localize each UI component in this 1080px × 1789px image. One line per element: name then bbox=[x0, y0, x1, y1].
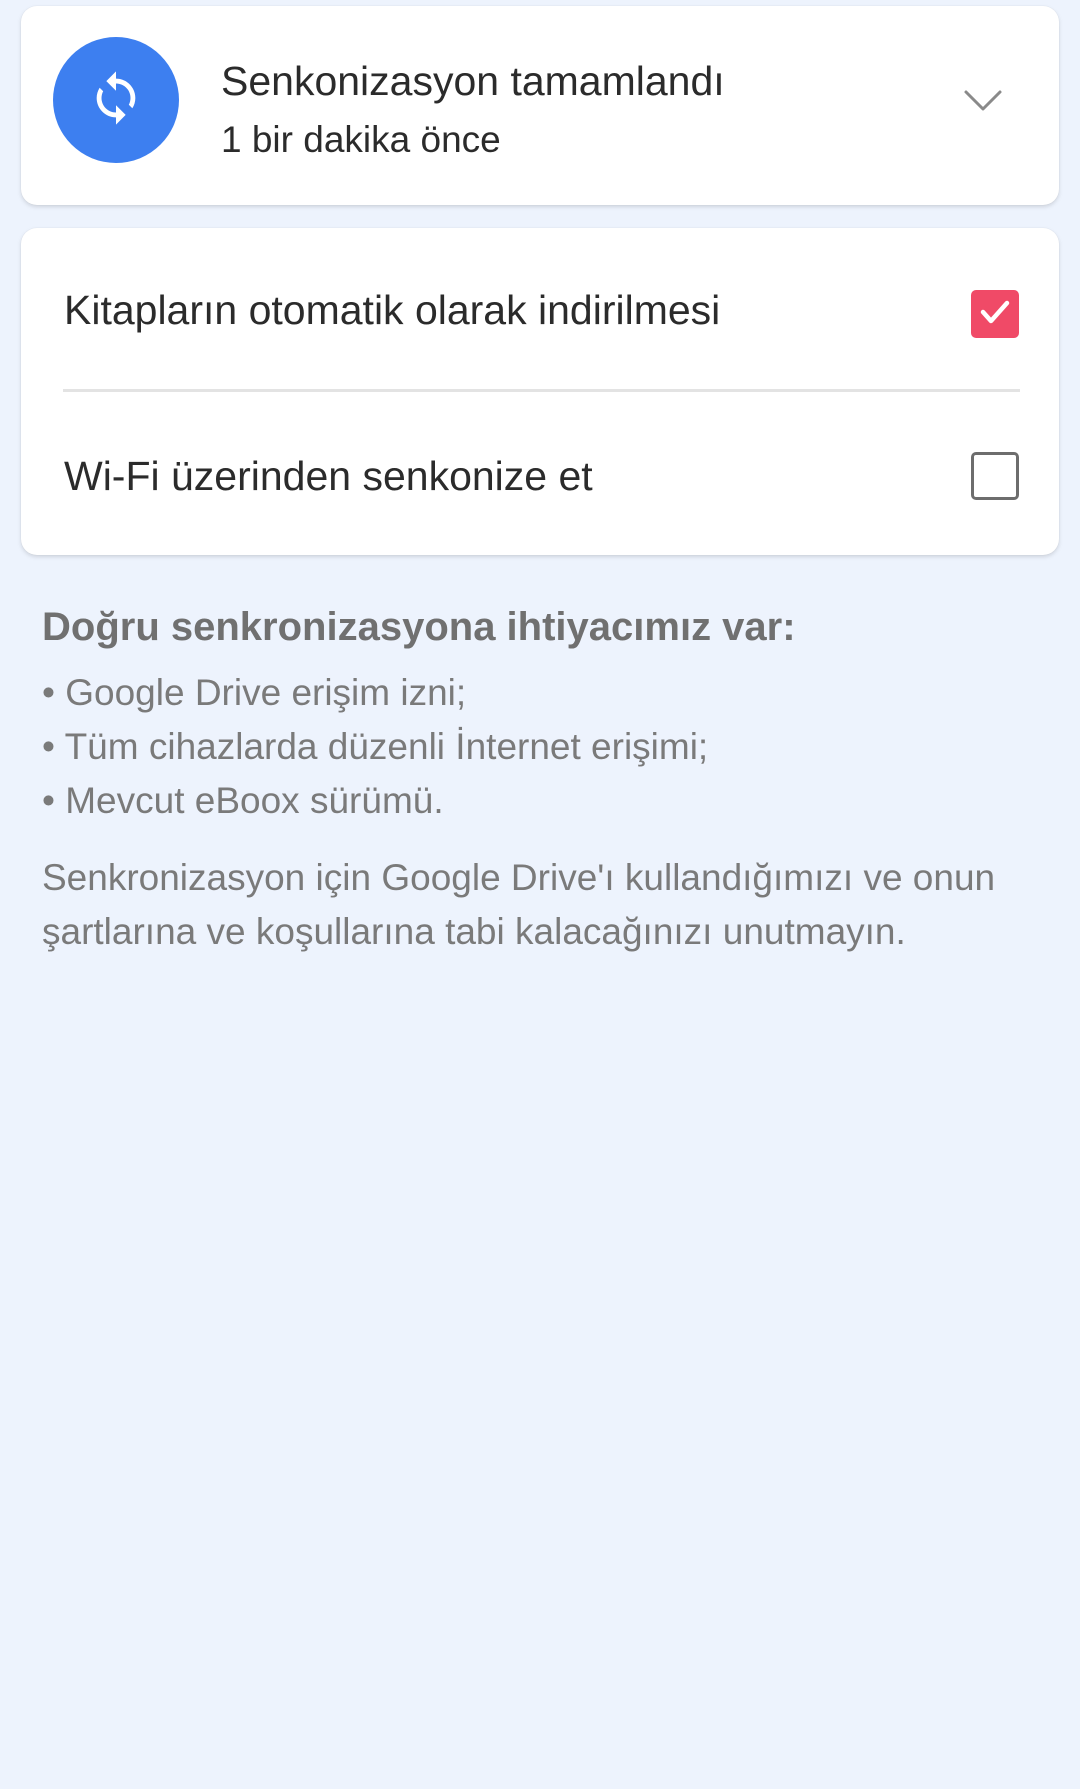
requirement-item: • Google Drive erişim izni; bbox=[42, 672, 467, 713]
chevron-down-icon[interactable] bbox=[961, 86, 1005, 116]
google-drive-note: Senkronizasyon için Google Drive'ı kulla… bbox=[42, 857, 996, 952]
sync-settings-card: Kitapların otomatik olarak indirilmesi W… bbox=[21, 228, 1059, 555]
sync-status-card[interactable]: Senkonizasyon tamamlandı 1 bir dakika ön… bbox=[21, 6, 1059, 205]
sync-status-time: 1 bir dakika önce bbox=[221, 119, 501, 160]
wifi-sync-checkbox[interactable] bbox=[971, 452, 1019, 500]
sync-requirements-title: Doğru senkronizasyona ihtiyacımız var: bbox=[42, 605, 796, 649]
wifi-sync-label: Wi-Fi üzerinden senkonize et bbox=[64, 453, 593, 499]
settings-divider bbox=[63, 389, 1020, 392]
sync-status-title: Senkonizasyon tamamlandı bbox=[221, 58, 725, 104]
wifi-sync-row[interactable]: Wi-Fi üzerinden senkonize et bbox=[21, 228, 1059, 500]
requirement-item: • Mevcut eBoox sürümü. bbox=[42, 780, 444, 821]
sync-status-badge[interactable] bbox=[53, 37, 179, 163]
sync-icon bbox=[87, 69, 145, 132]
requirement-item: • Tüm cihazlarda düzenli İnternet erişim… bbox=[42, 726, 709, 767]
